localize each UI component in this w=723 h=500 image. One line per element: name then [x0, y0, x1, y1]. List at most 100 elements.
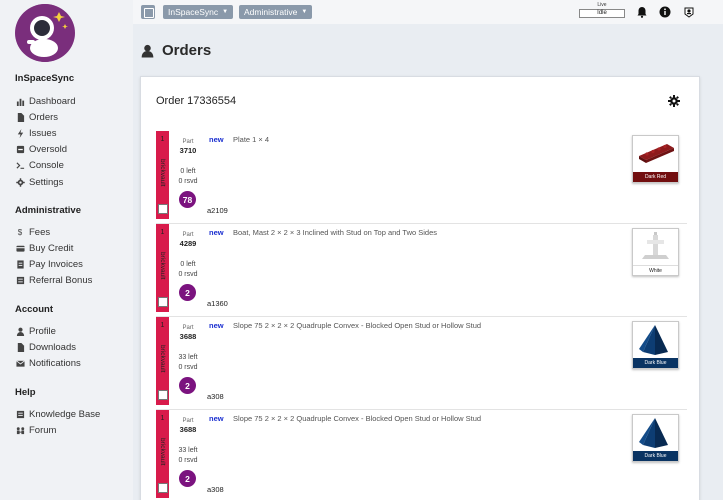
section-title-administrative: Administrative	[15, 205, 81, 216]
sidebar-item-label: Notifications	[29, 357, 81, 369]
user-avatar-icon[interactable]	[683, 6, 695, 18]
item-seller: brickvault	[156, 427, 169, 477]
item-location: a308	[207, 485, 224, 494]
stock-reserved: 0 rsvd	[178, 178, 198, 185]
help-nav: Knowledge Base Forum	[15, 406, 100, 438]
item-quantity: 1	[160, 322, 165, 329]
gear-icon	[15, 177, 25, 187]
sidebar-item-label: Referral Bonus	[29, 275, 93, 287]
slope-quadruple-convex-image	[639, 325, 668, 355]
part-thumbnail[interactable]: Dark Blue	[632, 321, 679, 369]
part-thumbnail[interactable]: Dark Red	[632, 135, 679, 183]
settings-gear-icon[interactable]	[668, 95, 680, 107]
caret-down-icon: ▼	[301, 9, 308, 15]
section-title-account: Account	[15, 304, 53, 315]
item-description: Plate 1 × 4	[233, 135, 270, 144]
sidebar-item-label: Issues	[29, 127, 57, 139]
color-label: Dark Blue	[633, 451, 678, 461]
item-checkbox[interactable]	[158, 297, 168, 307]
live-label: Live	[597, 2, 607, 8]
sidebar-item-orders[interactable]: Orders	[15, 109, 75, 125]
color-label: Dark Blue	[633, 358, 678, 368]
part-label: Part	[182, 325, 194, 331]
sidebar-item-pay-invoices[interactable]: Pay Invoices	[15, 256, 92, 272]
sidebar-item-label: Oversold	[29, 144, 68, 156]
item-checkbox[interactable]	[158, 483, 168, 493]
administrative-nav: $ Fees Buy Credit Pay Invoices Referral …	[15, 224, 92, 289]
sidebar-item-dashboard[interactable]: Dashboard	[15, 93, 75, 109]
sidebar-item-issues[interactable]: Issues	[15, 125, 75, 141]
page-title: Orders	[141, 42, 211, 59]
part-number[interactable]: 3688	[174, 425, 202, 434]
part-number[interactable]: 3710	[174, 146, 202, 155]
order-item-row: 1 brickvault Part 4289 0 left 0 rsvd 2 n…	[156, 224, 687, 317]
part-stock: 0 left 0 rsvd	[174, 260, 202, 280]
sidebar-item-label: Pay Invoices	[29, 258, 83, 270]
page-title-text: Orders	[162, 42, 212, 59]
part-thumbnail[interactable]: White	[632, 228, 679, 276]
dollar-icon: $	[17, 227, 23, 237]
info-icon[interactable]	[659, 6, 671, 18]
item-seller-text: brickvault	[159, 252, 166, 280]
store-dropdown[interactable]: InSpaceSync ▼	[163, 5, 234, 19]
envelope-icon	[15, 358, 25, 368]
item-count-badge: 78	[179, 191, 196, 208]
role-dropdown[interactable]: Administrative ▼	[239, 5, 313, 19]
user-icon	[15, 326, 25, 336]
part-number[interactable]: 4289	[174, 239, 202, 248]
terminal-icon	[15, 161, 25, 171]
order-item-row: 1 brickvault Part 3688 33 left 0 rsvd 2 …	[156, 317, 687, 410]
sidebar-item-knowledge-base[interactable]: Knowledge Base	[15, 406, 100, 422]
sidebar-item-label: Fees	[29, 226, 51, 238]
part-number[interactable]: 3688	[174, 332, 202, 341]
sidebar-item-label: Knowledge Base	[29, 408, 101, 420]
sidebar-item-console[interactable]: Console	[15, 158, 75, 174]
part-stock: 33 left 0 rsvd	[174, 353, 202, 373]
sidebar-item-label: Downloads	[29, 341, 76, 353]
sidebar-item-referral-bonus[interactable]: Referral Bonus	[15, 273, 92, 289]
brand-name: InSpaceSync	[15, 73, 75, 84]
astronaut-logo[interactable]	[15, 4, 75, 62]
sidebar-item-downloads[interactable]: Downloads	[15, 339, 81, 355]
item-description: Boat, Mast 2 × 2 × 3 Inclined with Stud …	[233, 228, 438, 237]
item-checkbox[interactable]	[158, 204, 168, 214]
sidebar-toggle-icon[interactable]	[141, 5, 155, 19]
stock-left: 33 left	[178, 447, 198, 454]
item-seller-text: brickvault	[159, 345, 166, 373]
item-location: a1360	[207, 299, 228, 308]
item-checkbox[interactable]	[158, 390, 168, 400]
item-count-badge: 2	[179, 377, 196, 394]
sidebar-item-fees[interactable]: $ Fees	[15, 224, 92, 240]
sidebar-item-buy-credit[interactable]: Buy Credit	[15, 240, 92, 256]
sidebar-item-settings[interactable]: Settings	[15, 174, 75, 190]
store-dropdown-label: InSpaceSync	[168, 7, 219, 17]
sidebar-item-profile[interactable]: Profile	[15, 323, 81, 339]
stock-left: 0 left	[180, 168, 196, 175]
color-label: Dark Red	[633, 172, 678, 182]
sidebar-item-label: Buy Credit	[29, 242, 74, 254]
item-seller: brickvault	[156, 148, 169, 198]
item-condition: new	[209, 414, 224, 423]
part-thumbnail[interactable]: Dark Blue	[632, 414, 679, 462]
caret-down-icon: ▼	[222, 9, 229, 15]
item-count-badge: 2	[179, 470, 196, 487]
bell-icon[interactable]	[636, 6, 648, 18]
sidebar-item-label: Orders	[29, 111, 59, 123]
part-info: Part 3710 0 left 0 rsvd	[174, 139, 202, 187]
order-item-row: 1 brickvault Part 3688 33 left 0 rsvd 2 …	[156, 410, 687, 500]
sidebar-item-notifications[interactable]: Notifications	[15, 355, 81, 371]
invoice-icon	[15, 259, 25, 269]
color-label: White	[633, 265, 678, 275]
sidebar-item-forum[interactable]: Forum	[15, 422, 100, 438]
item-seller: brickvault	[156, 334, 169, 384]
sidebar-item-label: Settings	[29, 176, 64, 188]
minus-square-icon	[15, 145, 25, 155]
slope-quadruple-convex-image	[639, 418, 668, 448]
item-seller-text: brickvault	[159, 438, 166, 466]
plate-1x4-image	[639, 144, 674, 163]
credit-card-icon	[15, 243, 25, 253]
sidebar-item-oversold[interactable]: Oversold	[15, 142, 75, 158]
part-info: Part 4289 0 left 0 rsvd	[174, 232, 202, 280]
order-title: Order 17336554	[156, 95, 237, 107]
stock-reserved: 0 rsvd	[178, 271, 198, 278]
